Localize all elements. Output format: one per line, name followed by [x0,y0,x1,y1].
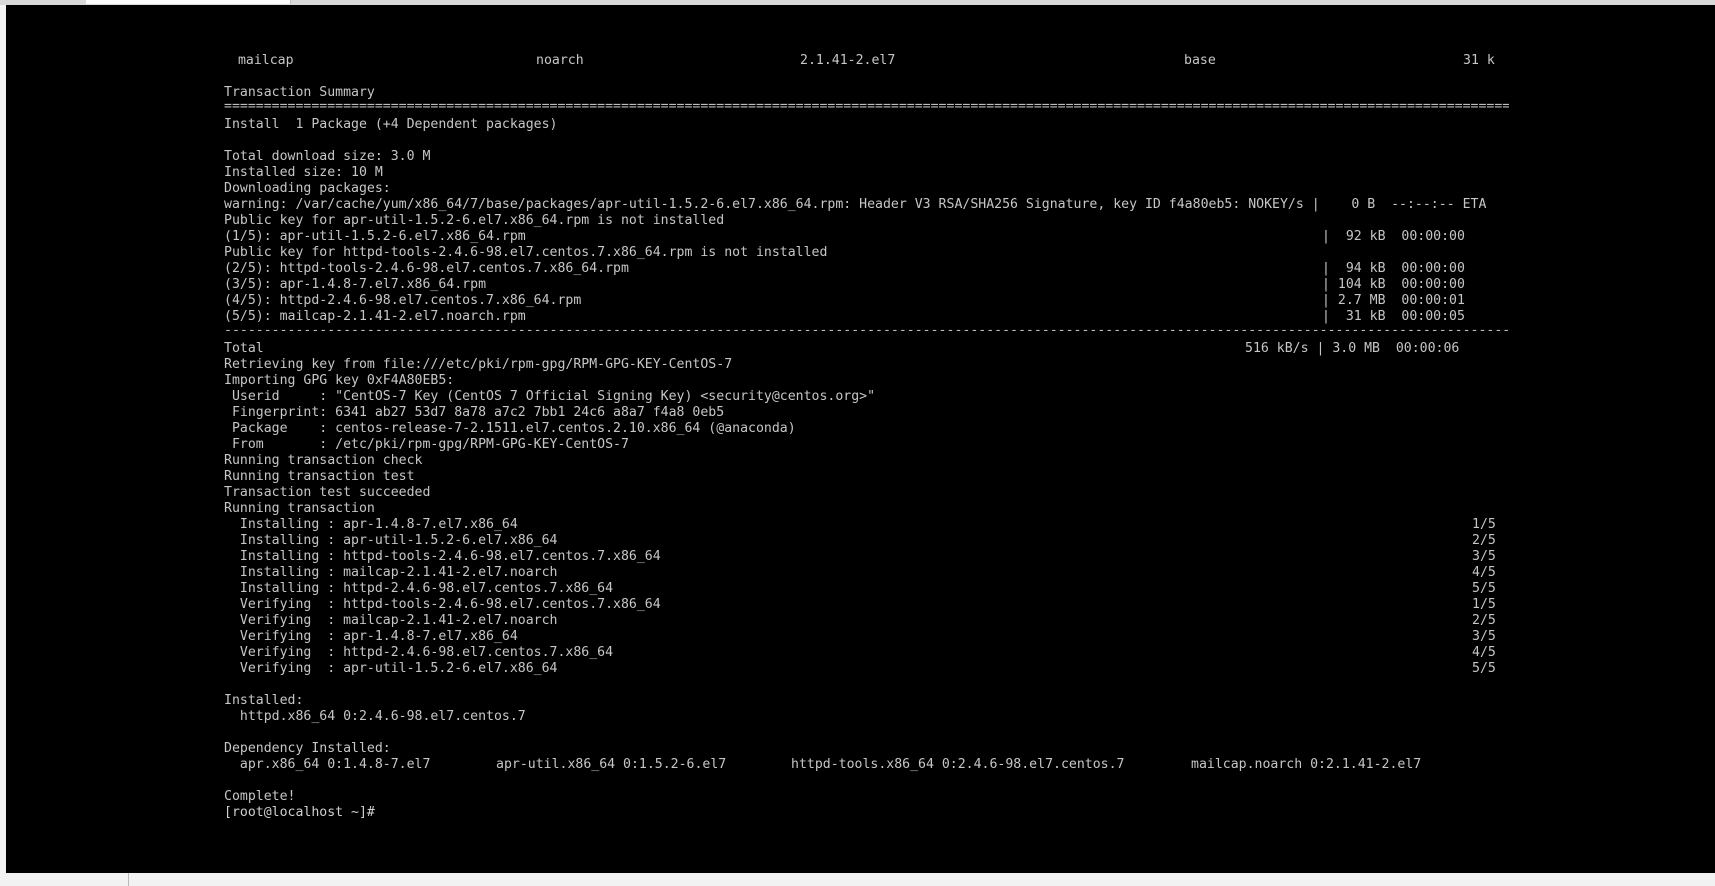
dependency-item-4: mailcap.noarch 0:2.1.41-2.el7 [1191,757,1422,772]
pubkey-apr-util-line: Public key for apr-util-1.5.2-6.el7.x86_… [224,213,725,228]
download-stat-3: | 104 kB 00:00:00 [1322,277,1465,292]
download-stat-4: | 2.7 MB 00:00:01 [1322,293,1465,308]
total-label: Total [224,341,264,356]
terminal-console[interactable]: mailcap noarch 2.1.41-2.el7 base 31 k Tr… [6,5,1715,873]
window-tab[interactable] [86,0,291,4]
step-line-2: Installing : apr-util-1.5.2-6.el7.x86_64 [224,533,558,548]
vm-console-window: mailcap noarch 2.1.41-2.el7 base 31 k Tr… [0,0,1715,886]
step-count-1: 1/5 [1472,517,1496,532]
pkg-row-version: 2.1.41-2.el7 [800,53,896,68]
step-line-3: Installing : httpd-tools-2.4.6-98.el7.ce… [224,549,661,564]
step-count-7: 2/5 [1472,613,1496,628]
download-file-2: (2/5): httpd-tools-2.4.6-98.el7.centos.7… [224,261,629,276]
step-line-1: Installing : apr-1.4.8-7.el7.x86_64 [224,517,518,532]
warning-line: warning: /var/cache/yum/x86_64/7/base/pa… [224,197,1487,212]
dependency-item-2: apr-util.x86_64 0:1.5.2-6.el7 [496,757,727,772]
download-file-1: (1/5): apr-util-1.5.2-6.el7.x86_64.rpm [224,229,526,244]
bottom-divider [128,873,129,886]
gpg-line-4: Fingerprint: 6341 ab27 53d7 8a78 a7c2 7b… [224,405,725,420]
pubkey-httpd-tools-line: Public key for httpd-tools-2.4.6-98.el7.… [224,245,828,260]
step-count-2: 2/5 [1472,533,1496,548]
step-count-5: 5/5 [1472,581,1496,596]
dependency-item-3: httpd-tools.x86_64 0:2.4.6-98.el7.centos… [791,757,1125,772]
step-line-10: Verifying : apr-util-1.5.2-6.el7.x86_64 [224,661,558,676]
gpg-line-2: Importing GPG key 0xF4A80EB5: [224,373,455,388]
pkg-row-size: 31 k [1463,53,1495,68]
pkg-row-arch: noarch [536,53,584,68]
pkg-row-repo: base [1184,53,1216,68]
step-line-4: Installing : mailcap-2.1.41-2.el7.noarch [224,565,558,580]
step-count-4: 4/5 [1472,565,1496,580]
dependency-item-1: apr.x86_64 0:1.4.8-7.el7 [224,757,431,772]
download-file-3: (3/5): apr-1.4.8-7.el7.x86_64.rpm [224,277,487,292]
download-stat-2: | 94 kB 00:00:00 [1322,261,1465,276]
complete-line: Complete! [224,789,296,804]
gpg-line-7: Running transaction check [224,453,423,468]
downloading-line: Downloading packages: [224,181,391,196]
step-count-8: 3/5 [1472,629,1496,644]
gpg-line-8: Running transaction test [224,469,415,484]
step-line-7: Verifying : mailcap-2.1.41-2.el7.noarch [224,613,558,628]
shell-prompt[interactable]: [root@localhost ~]# [224,805,375,821]
gpg-line-9: Transaction test succeeded [224,485,431,500]
window-bottom-strip [0,873,1715,886]
dependency-header: Dependency Installed: [224,741,391,756]
step-count-6: 1/5 [1472,597,1496,612]
total-stat: 516 kB/s | 3.0 MB 00:00:06 [1245,341,1460,356]
gpg-line-3: Userid : "CentOS-7 Key (CentOS 7 Officia… [224,389,876,404]
download-file-4: (4/5): httpd-2.4.6-98.el7.centos.7.x86_6… [224,293,582,308]
gpg-line-5: Package : centos-release-7-2.1511.el7.ce… [224,421,796,436]
pkg-row-name: mailcap [230,53,294,68]
total-download-line: Total download size: 3.0 M [224,149,431,164]
step-count-10: 5/5 [1472,661,1496,676]
gpg-line-6: From : /etc/pki/rpm-gpg/RPM-GPG-KEY-Cent… [224,437,629,452]
step-count-3: 3/5 [1472,549,1496,564]
equals-rule: ========================================… [224,99,1509,114]
download-stat-1: | 92 kB 00:00:00 [1322,229,1465,244]
installed-package: httpd.x86_64 0:2.4.6-98.el7.centos.7 [224,709,526,724]
installed-size-line: Installed size: 10 M [224,165,383,180]
step-line-9: Verifying : httpd-2.4.6-98.el7.centos.7.… [224,645,614,660]
gpg-line-10: Running transaction [224,501,375,516]
dash-rule: ----------------------------------------… [224,323,1509,338]
install-count-line: Install 1 Package (+4 Dependent packages… [224,117,558,132]
installed-header: Installed: [224,693,304,708]
step-line-6: Verifying : httpd-tools-2.4.6-98.el7.cen… [224,597,661,612]
step-count-9: 4/5 [1472,645,1496,660]
step-line-8: Verifying : apr-1.4.8-7.el7.x86_64 [224,629,518,644]
step-line-5: Installing : httpd-2.4.6-98.el7.centos.7… [224,581,614,596]
gpg-line-1: Retrieving key from file:///etc/pki/rpm-… [224,357,733,372]
